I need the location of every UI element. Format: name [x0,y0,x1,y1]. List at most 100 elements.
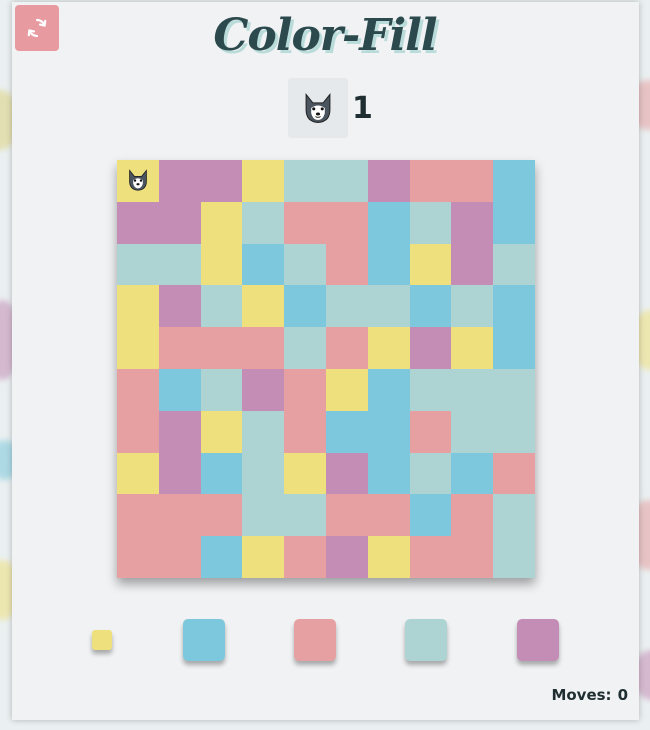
board-cell [493,536,535,578]
board-cell [200,536,243,578]
board-cell [367,536,410,578]
board-cell [117,285,159,328]
board-cell [451,201,494,244]
board-cell [325,410,368,453]
board-cell [325,243,368,286]
board-cell [451,452,494,495]
board-cell [284,327,326,369]
board-cell [242,368,285,411]
board-cell [117,452,159,495]
board-cell [242,494,285,537]
board-cell [242,243,285,286]
board-cell [158,536,201,578]
board-cell [242,452,285,495]
board-cell [409,410,452,453]
board-cell [117,201,159,244]
board-cell [117,410,159,453]
board-cell [284,285,326,328]
board-cell [158,160,201,202]
color-swatch-pink[interactable] [294,619,336,661]
board-cell [284,410,326,453]
board-cell [242,410,285,453]
board-cell [158,494,201,537]
board-cell [242,536,285,578]
board-cell [493,452,535,495]
board-cell [409,327,452,369]
board-cell [493,285,535,328]
board-cell [367,494,410,537]
board-cell [158,327,201,369]
board-cell [158,452,201,495]
board-cell [493,368,535,411]
board-cell [325,285,368,328]
board-cell [325,201,368,244]
board-cell [409,243,452,286]
color-swatch-yellow[interactable] [92,630,112,650]
board-cell [451,368,494,411]
board-cell [200,494,243,537]
board-cell [242,160,285,202]
board-cell [409,368,452,411]
color-palette [0,618,650,664]
board-cell [493,243,535,286]
board-cell [451,536,494,578]
board-cell [325,494,368,537]
board-cell [409,494,452,537]
board-cell [284,243,326,286]
board-cell [284,160,326,202]
board-cell [493,494,535,537]
board-cell [284,368,326,411]
board-cell [117,494,159,537]
board-cell [409,536,452,578]
board-cell [367,160,410,202]
husky-icon [126,168,150,196]
board-cell [409,285,452,328]
board-cell [158,243,201,286]
board-cell [493,201,535,244]
board-cell [451,285,494,328]
moves-label: Moves: [551,686,612,704]
husky-icon [305,92,331,123]
board-cell [325,452,368,495]
board-cell [493,327,535,369]
level-number: 1 [352,90,373,126]
board-cell [242,201,285,244]
level-indicator: 1 [288,78,373,138]
board-cell [158,285,201,328]
board-cell [325,327,368,369]
board-cell [367,452,410,495]
board-cell [367,368,410,411]
board-cell [242,327,285,369]
board-cell [367,243,410,286]
moves-value: 0 [617,686,628,704]
board-cell [117,536,159,578]
board-cell [200,368,243,411]
board-cell [409,160,452,202]
board-cell [451,243,494,286]
board-cell [451,494,494,537]
game-board [117,160,535,578]
board-cell [200,327,243,369]
board-cell [409,452,452,495]
board-cell [284,494,326,537]
board-cell [284,452,326,495]
moves-counter: Moves: 0 [545,686,628,704]
color-swatch-blue[interactable] [183,619,225,661]
board-cell [200,243,243,286]
level-icon-box [288,78,348,138]
board-cell [242,285,285,328]
board-cell [284,536,326,578]
board-cell [367,201,410,244]
board-cell [409,201,452,244]
board-cell [117,368,159,411]
board-cell [200,452,243,495]
board-cell [367,285,410,328]
board-cell [325,368,368,411]
board-cell [325,160,368,202]
color-swatch-teal[interactable] [405,619,447,661]
board-cell [325,536,368,578]
board-cell [200,160,243,202]
board-cell [493,410,535,453]
board-cell [493,160,535,202]
color-swatch-purple[interactable] [517,619,559,661]
